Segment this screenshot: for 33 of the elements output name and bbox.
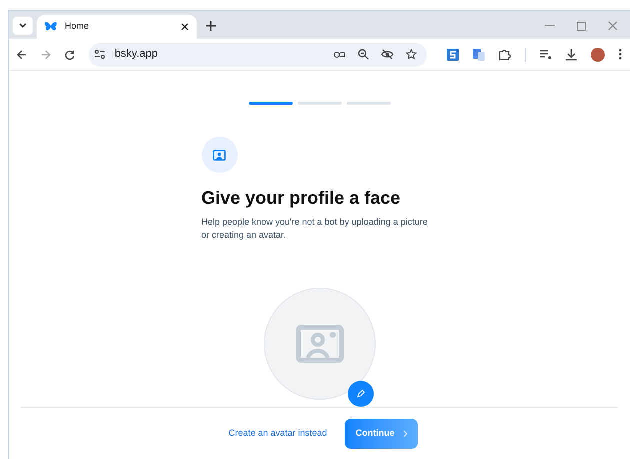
address-bar[interactable]: bsky.app bbox=[88, 42, 427, 66]
reload-icon[interactable] bbox=[64, 50, 75, 60]
tab-search-button[interactable] bbox=[13, 17, 33, 35]
profile-avatar[interactable] bbox=[590, 48, 605, 62]
butterfly-icon bbox=[45, 22, 57, 32]
edit-avatar-button[interactable] bbox=[348, 380, 374, 406]
download-icon[interactable] bbox=[566, 48, 577, 60]
url-text: bsky.app bbox=[114, 47, 158, 62]
extension-s-icon[interactable] bbox=[446, 48, 459, 60]
star-icon[interactable] bbox=[406, 49, 417, 60]
back-icon[interactable] bbox=[17, 50, 27, 60]
more-menu-icon[interactable] bbox=[618, 49, 622, 60]
pencil-icon bbox=[356, 390, 364, 398]
chevron-right-icon bbox=[402, 430, 408, 438]
image-person-icon bbox=[296, 324, 344, 362]
page-heading: Give your profile a face bbox=[202, 187, 402, 210]
key-icon[interactable] bbox=[334, 50, 346, 58]
puzzle-icon[interactable] bbox=[498, 48, 511, 60]
browser-tab[interactable]: Home bbox=[37, 15, 197, 39]
site-settings-icon[interactable] bbox=[94, 50, 105, 59]
reading-list-icon[interactable] bbox=[540, 50, 552, 60]
eye-off-icon[interactable] bbox=[380, 49, 394, 60]
translate-icon[interactable] bbox=[472, 48, 485, 60]
tab-title: Home bbox=[65, 20, 90, 34]
zoom-icon[interactable] bbox=[358, 49, 369, 60]
description-text: Help people know you're not a bot by uploading a picture or creating an avatar. bbox=[202, 216, 429, 242]
chevron-down-icon bbox=[19, 23, 27, 29]
create-avatar-link[interactable]: Create an avatar instead bbox=[228, 426, 328, 440]
image-person-icon bbox=[213, 150, 226, 160]
minimize-icon[interactable] bbox=[545, 25, 555, 27]
close-icon[interactable] bbox=[181, 23, 189, 31]
plus-icon bbox=[206, 21, 216, 31]
maximize-icon[interactable] bbox=[577, 22, 586, 30]
